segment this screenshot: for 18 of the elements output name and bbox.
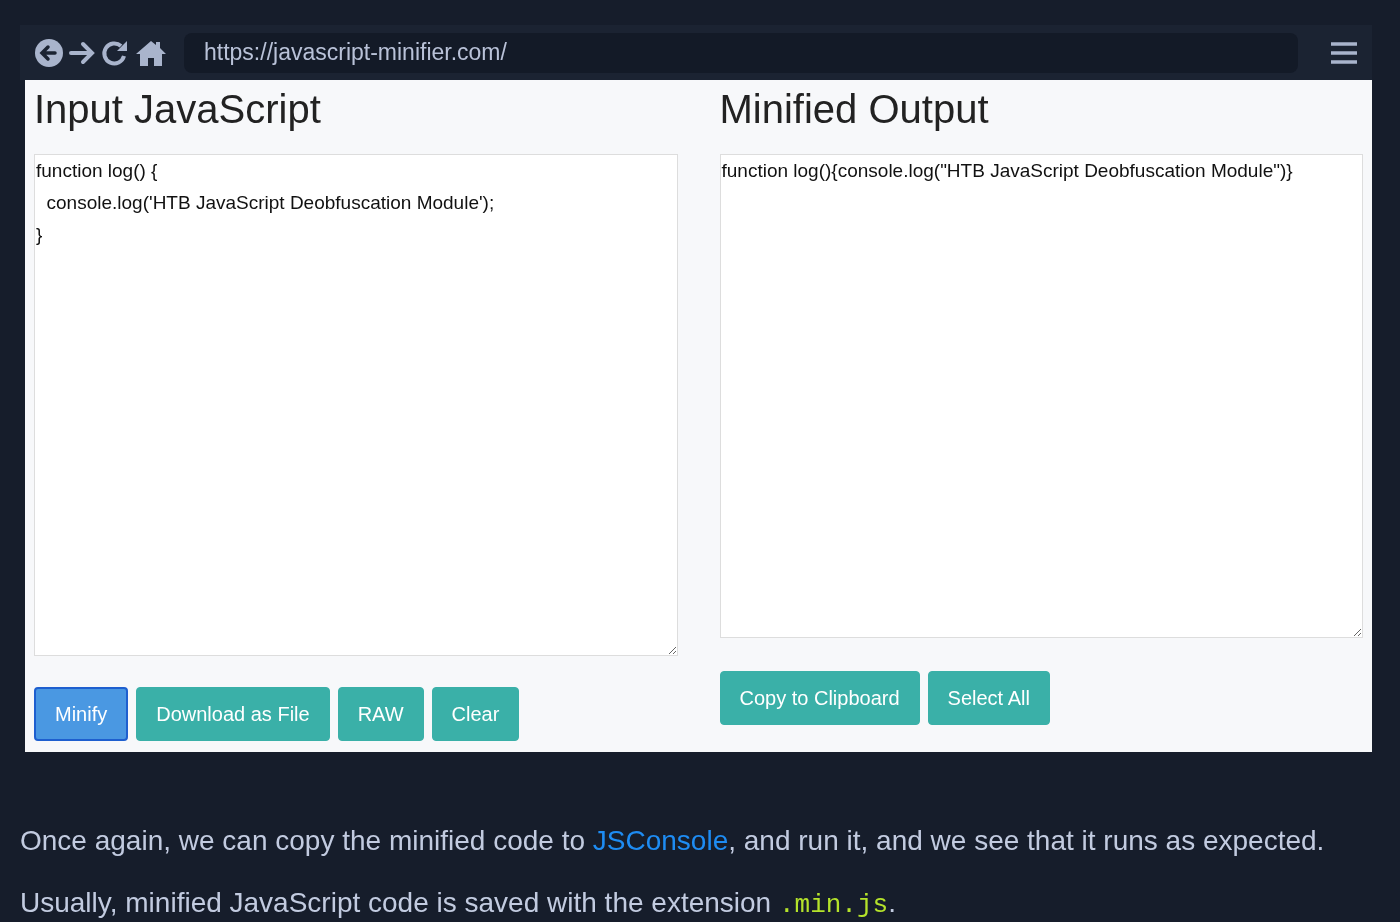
link[interactable]: JSConsole bbox=[592, 825, 729, 856]
action-button[interactable]: Copy to Clipboard bbox=[719, 671, 920, 725]
forward-icon[interactable] bbox=[68, 39, 96, 66]
action-button[interactable]: RAW bbox=[337, 687, 424, 741]
action-button[interactable]: Clear bbox=[431, 687, 520, 741]
action-button[interactable]: Select All bbox=[927, 671, 1050, 725]
back-icon[interactable] bbox=[34, 37, 64, 68]
code-field[interactable]: function log(){console.log("HTB JavaScript Deobfuscation Module")} bbox=[719, 154, 1363, 638]
code-field[interactable]: function log() { console.log('HTB JavaScript Deobfuscation Module'); } bbox=[34, 154, 678, 656]
menu-icon[interactable] bbox=[1330, 40, 1358, 65]
action-button[interactable]: Download as File bbox=[136, 687, 330, 741]
paragraph: Once again, we can copy the minified code to JSConsole, and run it, and we see that it runs as expected. bbox=[20, 824, 1326, 858]
home-icon[interactable] bbox=[134, 38, 168, 67]
paragraph: Usually, minified JavaScript code is saved with the extension .min.js. bbox=[20, 886, 897, 922]
panel-title: Minified Output bbox=[719, 86, 990, 133]
address-bar[interactable]: https://javascript-minifier.com/ bbox=[184, 32, 1298, 73]
action-button[interactable]: Minify bbox=[34, 687, 129, 741]
panel-title: Input JavaScript bbox=[34, 86, 322, 133]
